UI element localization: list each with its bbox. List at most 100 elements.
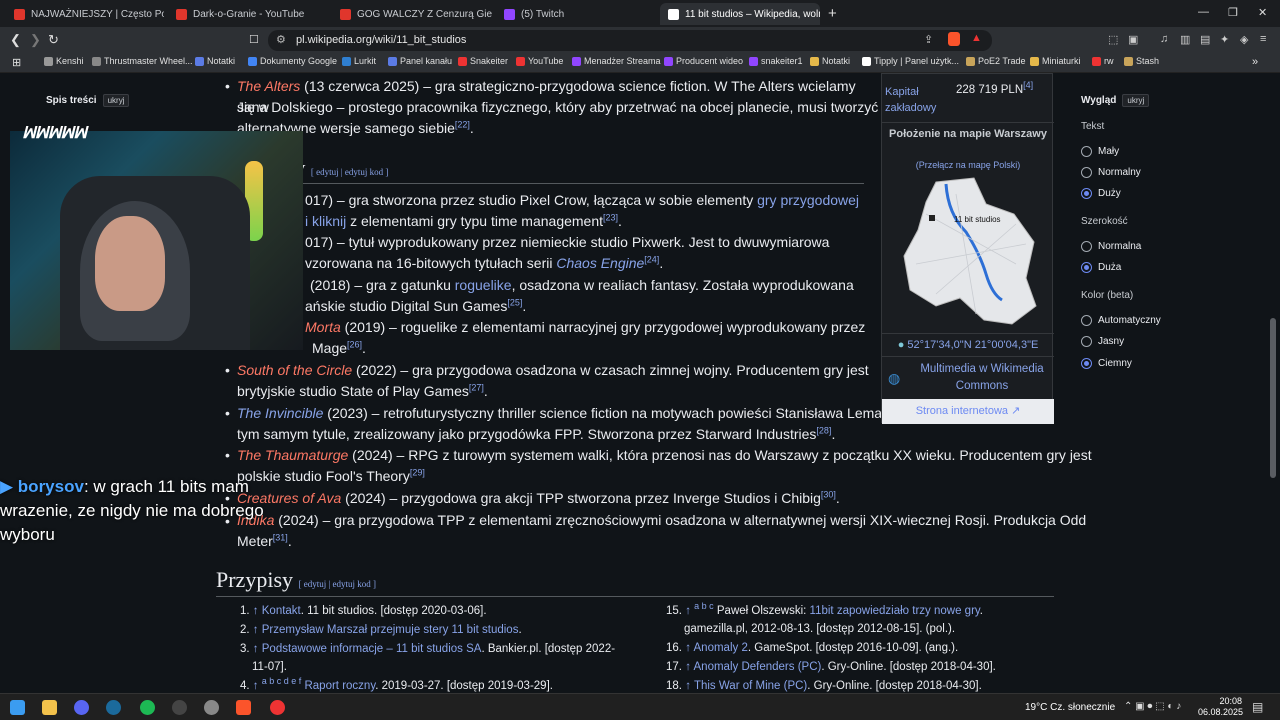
steam-icon[interactable] [106, 700, 121, 715]
bookmark-item[interactable]: YouTube [516, 56, 563, 66]
brave-browser-icon[interactable] [236, 700, 251, 715]
wallet-icon[interactable]: ▣ [1128, 33, 1138, 46]
leo-icon[interactable]: ✦ [1220, 33, 1229, 46]
radio-text-large[interactable]: Duży [1081, 188, 1121, 199]
discord-icon[interactable] [74, 700, 89, 715]
ref-title-link[interactable]: Przemysław Marszał przejmuje stery 11 bi… [262, 624, 519, 636]
sidebar-icon[interactable]: ▥ [1180, 33, 1190, 46]
spotify-icon[interactable] [140, 700, 155, 715]
ref-title-link[interactable]: Anomaly 2 [694, 642, 748, 654]
ref-link[interactable]: [30] [821, 489, 836, 499]
bookmark-item[interactable]: Producent wideo [664, 56, 743, 66]
game-link[interactable]: Morta [305, 319, 341, 335]
bookmark-folder[interactable]: Notatki [810, 56, 850, 66]
close-window-button[interactable]: ✕ [1258, 6, 1267, 19]
bookmark-icon[interactable]: ☐ [249, 33, 259, 46]
app2-icon[interactable] [270, 700, 285, 715]
radio-width-normal[interactable]: Normalna [1081, 241, 1141, 252]
vpn-icon[interactable]: ◈ [1240, 33, 1248, 46]
bookmark-item[interactable]: Tipply | Panel użytk... [862, 56, 959, 66]
tray-icons[interactable]: ⌃ ▣ ⏺ ⬚ ◐ ♪ [1124, 701, 1181, 712]
commons-link[interactable]: Multimedia w Wikimedia Commons [912, 361, 1052, 395]
radio-text-small[interactable]: Mały [1081, 146, 1119, 157]
site-info-icon[interactable]: ⚙ [276, 33, 286, 46]
ref-backlink[interactable]: ↑ [253, 643, 259, 655]
radio-color-light[interactable]: Jasny [1081, 336, 1124, 347]
weather-widget[interactable]: 19°C Cz. słonecznie [1025, 702, 1115, 713]
ref-link[interactable]: [28] [816, 425, 831, 435]
media-icon[interactable]: ♫ [1160, 33, 1168, 45]
game-link[interactable]: The Invincible [237, 405, 323, 421]
share-icon[interactable]: ⇪ [924, 33, 933, 46]
ref-backlink[interactable]: ↑ [253, 680, 259, 692]
wallet2-icon[interactable]: ▤ [1200, 33, 1210, 46]
bookmark-folder[interactable]: Miniaturki [1030, 56, 1081, 66]
game-link[interactable]: South of the Circle [237, 362, 352, 378]
bookmark-item[interactable]: Lurkit [342, 56, 376, 66]
ref-link[interactable]: [27] [469, 382, 484, 392]
infobox-label[interactable]: Kapitał zakładowy [885, 84, 945, 116]
ref-backlinks[interactable]: a b c d e f [262, 676, 302, 686]
browser-tab[interactable]: NAJWAŻNIEJSZY | Często Pomijany A [6, 3, 164, 25]
wiki-link[interactable]: gry przygodowej [757, 192, 859, 208]
bookmark-item[interactable]: Dokumenty Google [248, 56, 337, 66]
ref-backlink[interactable]: ↑ [685, 605, 691, 617]
scrollbar[interactable] [1270, 318, 1276, 478]
windows-start-icon[interactable] [10, 700, 25, 715]
extensions-icon[interactable]: ⬚ [1108, 33, 1118, 46]
map-switch-link[interactable]: (Przełącz na mapę Polski) [882, 160, 1054, 170]
ref-backlink[interactable]: ↑ [685, 642, 691, 654]
ref-link[interactable]: [26] [347, 339, 362, 349]
browser-tab[interactable]: GOG WALCZY Z Cenzurą Gier — Bio [332, 3, 492, 25]
ref-backlinks[interactable]: a b c [694, 601, 714, 611]
bookmark-item[interactable]: snakeiter1 [749, 56, 803, 66]
ref-title-link[interactable]: Raport roczny [304, 680, 375, 692]
menu-icon[interactable]: ≡ [1260, 33, 1266, 45]
ref-title-link[interactable]: This War of Mine (PC) [694, 680, 807, 692]
back-icon[interactable]: ❮ [10, 32, 21, 48]
minimize-button[interactable]: — [1198, 6, 1209, 18]
clock[interactable]: 20:08 06.08.2025 [1198, 696, 1243, 718]
wiki-link[interactable]: i kliknij [305, 213, 346, 229]
radio-text-normal[interactable]: Normalny [1081, 167, 1141, 178]
toc-hide-button[interactable]: ukryj [102, 94, 130, 107]
edit-links[interactable]: [ edytuj | edytuj kod ] [299, 579, 377, 589]
reload-icon[interactable]: ↻ [48, 32, 59, 48]
new-tab-button[interactable]: + [828, 5, 837, 22]
bookmark-item[interactable]: rw [1092, 56, 1114, 66]
radio-color-auto[interactable]: Automatyczny [1081, 315, 1161, 326]
ref-title-link[interactable]: 11bit zapowiedziało trzy nowe gry [810, 605, 980, 617]
wiki-link[interactable]: roguelike [455, 277, 512, 293]
ref-backlink[interactable]: ↑ [253, 624, 259, 636]
ref-backlink[interactable]: ↑ [253, 605, 259, 617]
bookmark-item[interactable]: Kenshi [44, 56, 84, 66]
appearance-hide-button[interactable]: ukryj [1122, 94, 1150, 107]
browser-tab[interactable]: (5) Twitch [496, 3, 656, 25]
game-link[interactable]: The Thaumaturge [237, 447, 348, 463]
ref-link[interactable]: [29] [410, 467, 425, 477]
bookmark-item[interactable]: Thrustmaster Wheel... [92, 56, 193, 66]
bookmark-item[interactable]: Panel kanału [388, 56, 452, 66]
edit-links[interactable]: [ edytuj | edytuj kod ] [311, 167, 389, 177]
ref-link[interactable]: [4] [1023, 80, 1033, 90]
ref-link[interactable]: [22] [455, 119, 470, 129]
maximize-button[interactable]: ❐ [1228, 6, 1238, 19]
ref-link[interactable]: [24] [644, 254, 659, 264]
obs-icon[interactable] [172, 700, 187, 715]
forward-icon[interactable]: ❯ [30, 32, 41, 48]
ref-backlink[interactable]: ↑ [685, 661, 691, 673]
notification-icon[interactable]: ▤ [1252, 700, 1263, 714]
wiki-link[interactable]: Chaos Engine [556, 255, 644, 271]
ref-backlink[interactable]: ↑ [685, 680, 691, 692]
coordinates-link[interactable]: ● 52°17'34,0"N 21°00'04,3"E [882, 339, 1054, 351]
ref-title-link[interactable]: Podstawowe informacje – 11 bit studios S… [262, 643, 482, 655]
app-icon[interactable] [204, 700, 219, 715]
bookmark-item[interactable]: Stash [1124, 56, 1159, 66]
bookmark-item[interactable]: Snakeiter [458, 56, 508, 66]
ref-link[interactable]: [23] [603, 212, 618, 222]
bookmark-item[interactable]: Notatki [195, 56, 235, 66]
bookmark-item[interactable]: PoE2 Trade [966, 56, 1026, 66]
apps-grid-icon[interactable]: ⊞ [12, 56, 21, 69]
ref-link[interactable]: [25] [507, 297, 522, 307]
game-link[interactable]: The Alters [237, 78, 300, 94]
